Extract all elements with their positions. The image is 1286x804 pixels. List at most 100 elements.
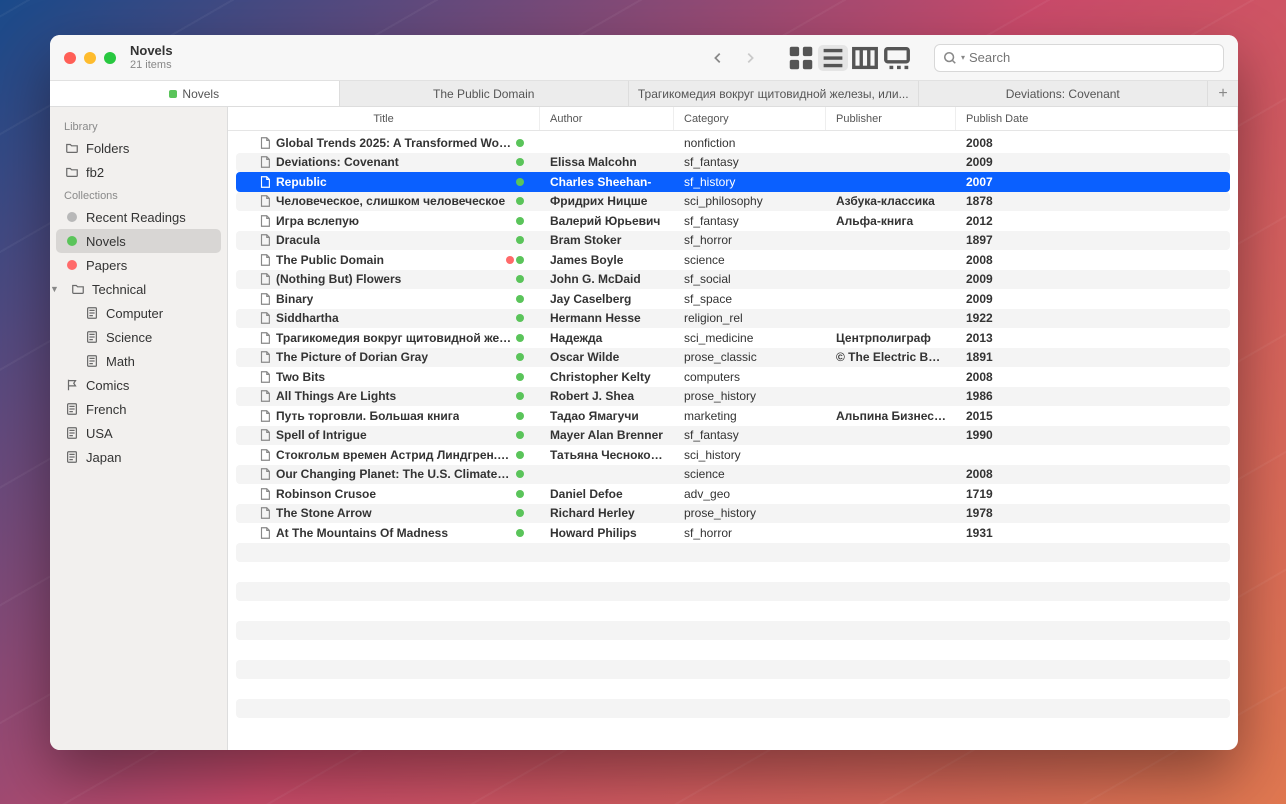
table-row[interactable]: Spell of IntrigueMayer Alan Brennersf_fa… [236,426,1230,446]
row-publisher: Азбука-классика [826,194,956,208]
search-menu-caret[interactable]: ▾ [961,53,965,62]
zoom-button[interactable] [104,52,116,64]
col-category[interactable]: Category [674,107,826,130]
table-row[interactable]: All Things Are LightsRobert J. Sheaprose… [236,387,1230,407]
search-field[interactable]: ▾ [934,44,1224,72]
table-row[interactable]: At The Mountains Of MadnessHoward Philip… [236,523,1230,543]
sidebar-item-folders[interactable]: Folders [56,136,221,160]
sidebar-item-label: Folders [86,141,129,156]
tab-3[interactable]: Deviations: Covenant [919,81,1209,106]
table-row[interactable]: DraculaBram Stokersf_horror1897 [236,231,1230,251]
text-icon [64,449,80,465]
column-view-button[interactable] [850,45,880,71]
row-date: 2012 [956,214,1026,228]
col-author[interactable]: Author [540,107,674,130]
row-title: The Picture of Dorian Gray [276,350,428,364]
table-row[interactable]: SiddharthaHermann Hessereligion_rel1922 [236,309,1230,329]
row-tags [516,509,524,517]
row-category: sf_history [674,175,826,189]
toolbar: Novels 21 items ▾ [50,35,1238,81]
sidebar-item-label: Science [106,330,152,345]
sidebar-item-comics[interactable]: Comics [56,373,221,397]
sidebar-item-recent-readings[interactable]: Recent Readings [56,205,221,229]
list-view-button[interactable] [818,45,848,71]
row-author: Oscar Wilde [540,350,674,364]
back-button[interactable] [704,45,732,71]
document-icon [258,311,272,325]
col-title[interactable]: Title [228,107,540,130]
col-publish-date[interactable]: Publish Date [956,107,1238,130]
table-row[interactable]: Our Changing Planet: The U.S. Climate C.… [236,465,1230,485]
row-category: sci_philosophy [674,194,826,208]
table-row[interactable]: Игра вслепуюВалерий Юрьевичsf_fantasyАль… [236,211,1230,231]
sidebar-item-fb2[interactable]: fb2 [56,160,221,184]
sidebar-item-novels[interactable]: Novels [56,229,221,253]
row-category: science [674,467,826,481]
table-row[interactable]: BinaryJay Caselbergsf_space2009 [236,289,1230,309]
row-date: 2013 [956,331,1026,345]
table-row[interactable]: Стокгольм времен Астрид Линдгрен. Ис...Т… [236,445,1230,465]
table-row[interactable]: The Picture of Dorian GrayOscar Wildepro… [236,348,1230,368]
row-category: sf_social [674,272,826,286]
minimize-button[interactable] [84,52,96,64]
disclosure-icon[interactable]: ▼ [50,284,60,294]
sidebar-item-science[interactable]: Science [56,325,221,349]
close-button[interactable] [64,52,76,64]
new-tab-button[interactable]: + [1208,81,1238,106]
row-date: 2008 [956,253,1026,267]
table-row[interactable]: The Stone ArrowRichard Herleyprose_histo… [236,504,1230,524]
table-row[interactable]: Deviations: CovenantElissa Malcohnsf_fan… [236,153,1230,173]
row-title: Global Trends 2025: A Transformed World [276,136,512,150]
row-date: 1719 [956,487,1026,501]
sidebar-item-japan[interactable]: Japan [56,445,221,469]
table-row[interactable]: Global Trends 2025: A Transformed Worldn… [236,133,1230,153]
table-row[interactable]: The Public DomainJames Boylescience2008 [236,250,1230,270]
row-category: sf_horror [674,233,826,247]
tab-0[interactable]: Novels [50,81,340,106]
sidebar-item-technical[interactable]: ▼Technical [56,277,221,301]
table-row[interactable]: Трагикомедия вокруг щитовидной желез...Н… [236,328,1230,348]
text-icon [84,329,100,345]
row-title: Человеческое, слишком человеческое [276,194,505,208]
gallery-view-button[interactable] [882,45,912,71]
row-author: Elissa Malcohn [540,155,674,169]
sidebar-item-computer[interactable]: Computer [56,301,221,325]
window-controls [64,52,116,64]
search-input[interactable] [969,50,1215,65]
sidebar-head-library: Library [56,115,221,136]
row-author: James Boyle [540,253,674,267]
row-title: Игра вслепую [276,214,359,228]
row-publisher: Центрполиграф [826,331,956,345]
row-title: Dracula [276,233,320,247]
row-author: Howard Philips [540,526,674,540]
app-window: Novels 21 items ▾ NovelsThe Public Domai… [50,35,1238,750]
sidebar-item-papers[interactable]: Papers [56,253,221,277]
tag-dot-icon [67,260,77,270]
empty-row [236,660,1230,680]
tab-2[interactable]: Трагикомедия вокруг щитовидной железы, и… [629,81,919,106]
table-row[interactable]: Two BitsChristopher Keltycomputers2008 [236,367,1230,387]
forward-button[interactable] [736,45,764,71]
table-row[interactable]: Человеческое, слишком человеческоеФридри… [236,192,1230,212]
table-row[interactable]: RepublicCharles Sheehan-sf_history2007 [236,172,1230,192]
grid-view-button[interactable] [786,45,816,71]
row-title: Путь торговли. Большая книга [276,409,459,423]
row-tags [516,431,524,439]
col-publisher[interactable]: Publisher [826,107,956,130]
table-row[interactable]: Путь торговли. Большая книгаТадао Ямагуч… [236,406,1230,426]
view-mode-segment [784,43,914,73]
row-date: 1990 [956,428,1026,442]
sidebar-head-collections: Collections [56,184,221,205]
tag-icon [169,90,177,98]
tab-1[interactable]: The Public Domain [340,81,630,106]
table-row[interactable]: (Nothing But) FlowersJohn G. McDaidsf_so… [236,270,1230,290]
sidebar-item-label: Technical [92,282,146,297]
sidebar-item-usa[interactable]: USA [56,421,221,445]
document-icon [258,194,272,208]
sidebar-item-french[interactable]: French [56,397,221,421]
row-publisher: © The Electric Book... [826,350,956,364]
table-row[interactable]: Robinson CrusoeDaniel Defoeadv_geo1719 [236,484,1230,504]
row-date: 1891 [956,350,1026,364]
row-date: 1978 [956,506,1026,520]
sidebar-item-math[interactable]: Math [56,349,221,373]
